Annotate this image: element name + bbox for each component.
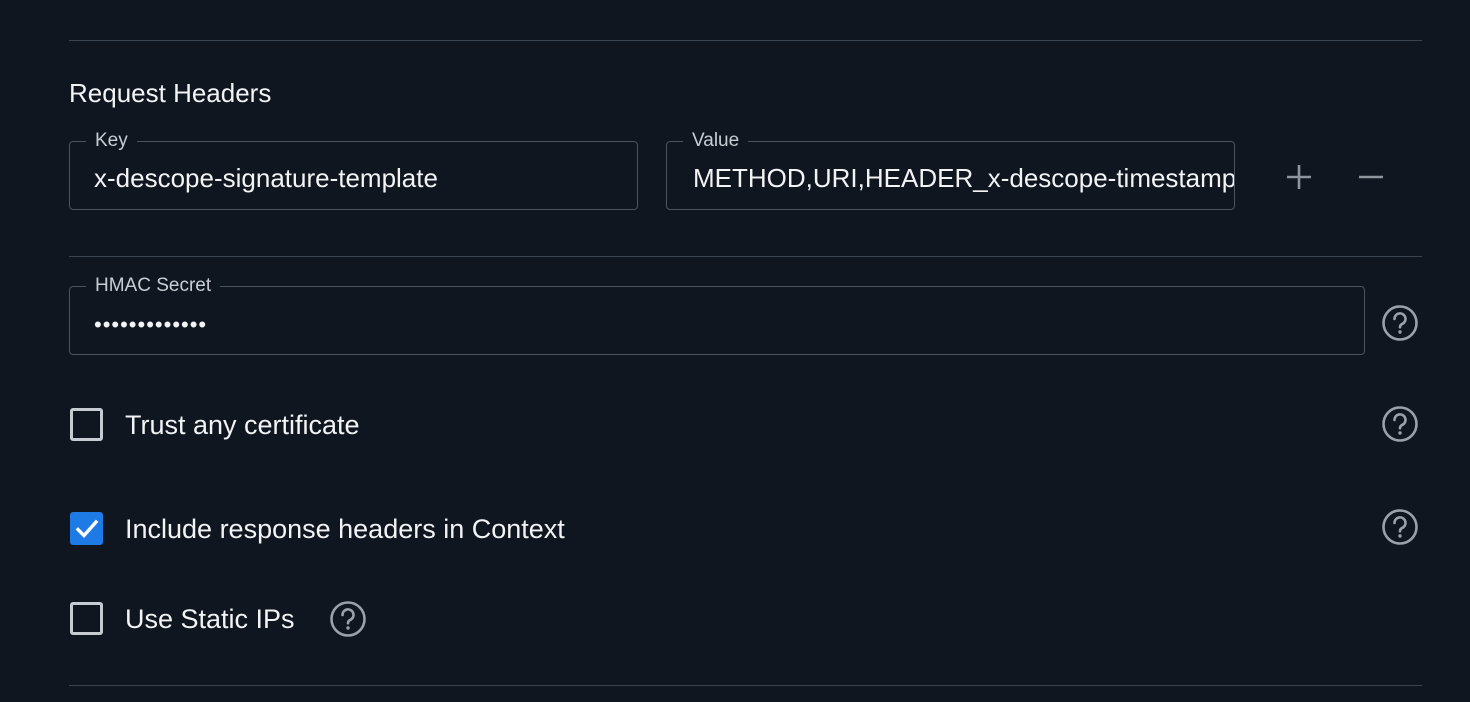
header-key-field[interactable]: Key x-descope-signature-template	[69, 129, 638, 210]
trust-certificate-label: Trust any certificate	[125, 410, 360, 440]
header-key-input[interactable]: x-descope-signature-template	[94, 162, 615, 194]
divider-middle	[69, 256, 1422, 257]
add-header-button[interactable]	[1279, 157, 1319, 197]
divider-bottom	[69, 685, 1422, 686]
divider-top	[69, 40, 1422, 41]
help-icon	[1382, 509, 1418, 545]
use-static-ips-label: Use Static IPs	[125, 604, 295, 634]
trust-certificate-checkbox[interactable]	[70, 408, 103, 441]
trust-certificate-help-button[interactable]	[1381, 405, 1419, 443]
use-static-ips-help-button[interactable]	[329, 600, 367, 638]
include-response-headers-label: Include response headers in Context	[125, 514, 565, 544]
include-response-headers-help-button[interactable]	[1381, 508, 1419, 546]
header-value-input[interactable]: METHOD,URI,HEADER_x-descope-timestamp	[693, 162, 1234, 194]
hmac-secret-label: HMAC Secret	[86, 274, 221, 298]
remove-header-button[interactable]	[1351, 157, 1391, 197]
minus-icon	[1359, 175, 1383, 179]
header-value-field[interactable]: Value METHOD,URI,HEADER_x-descope-timest…	[666, 129, 1235, 210]
help-icon	[1382, 305, 1418, 341]
help-icon	[1382, 406, 1418, 442]
include-response-headers-checkbox[interactable]	[70, 512, 103, 545]
header-value-label: Value	[683, 129, 749, 153]
hmac-secret-field[interactable]: HMAC Secret •••••••••••••	[69, 274, 1365, 355]
checkmark-icon	[75, 519, 98, 538]
header-key-label: Key	[86, 129, 137, 153]
help-icon	[330, 601, 366, 637]
plus-icon	[1287, 165, 1311, 189]
section-title: Request Headers	[69, 78, 272, 108]
use-static-ips-checkbox[interactable]	[70, 602, 103, 635]
hmac-help-button[interactable]	[1381, 304, 1419, 342]
hmac-secret-input[interactable]: •••••••••••••	[94, 309, 1342, 341]
